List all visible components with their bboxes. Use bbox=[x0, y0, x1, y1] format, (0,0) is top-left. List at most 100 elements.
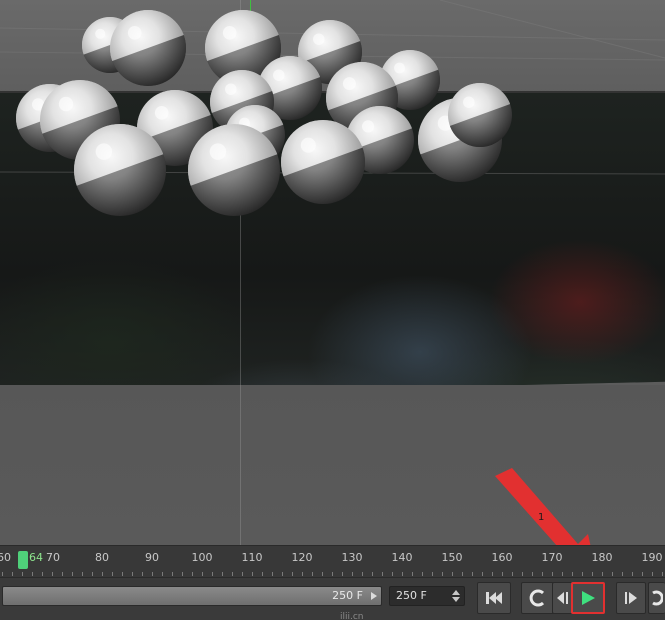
loop-button[interactable] bbox=[521, 582, 555, 614]
timeline-minor-tick bbox=[612, 572, 613, 576]
timeline-tick-label: 70 bbox=[46, 551, 60, 564]
timeline-minor-tick bbox=[182, 572, 183, 576]
timeline-minor-tick bbox=[642, 572, 643, 576]
end-frame-field[interactable]: 250 F bbox=[389, 586, 465, 606]
sphere-highlight bbox=[127, 25, 142, 40]
timeline-minor-tick bbox=[322, 572, 323, 576]
timeline-minor-tick bbox=[142, 572, 143, 576]
striped-chrome-spheres[interactable] bbox=[0, 0, 665, 230]
timeline-minor-tick bbox=[192, 572, 193, 576]
timeline-minor-tick bbox=[342, 572, 343, 576]
timeline-minor-tick bbox=[502, 572, 503, 576]
timeline-minor-tick bbox=[562, 572, 563, 576]
timeline-minor-tick bbox=[462, 572, 463, 576]
timeline-playhead[interactable] bbox=[18, 551, 28, 569]
timeline-tick-label: 150 bbox=[441, 551, 463, 564]
timeline-minor-tick bbox=[492, 572, 493, 576]
sphere-highlight bbox=[225, 83, 237, 95]
chrome-sphere[interactable] bbox=[188, 124, 280, 216]
chrome-sphere[interactable] bbox=[281, 120, 365, 204]
timeline-minor-tick bbox=[372, 572, 373, 576]
timeline-minor-tick bbox=[272, 572, 273, 576]
timeline-minor-tick bbox=[72, 572, 73, 576]
timeline-minor-tick bbox=[232, 572, 233, 576]
timeline-tick-label: 160 bbox=[491, 551, 513, 564]
timeline-minor-tick bbox=[52, 572, 53, 576]
chrome-sphere[interactable] bbox=[110, 10, 186, 86]
timeline-minor-tick bbox=[42, 572, 43, 576]
timeline-minor-tick bbox=[132, 572, 133, 576]
timeline-minor-tick bbox=[202, 572, 203, 576]
sphere-highlight bbox=[300, 137, 316, 153]
next-keyframe-button[interactable] bbox=[616, 582, 646, 614]
timeline-minor-tick bbox=[152, 572, 153, 576]
timeline-minor-tick bbox=[352, 572, 353, 576]
timeline-minor-tick bbox=[622, 572, 623, 576]
timeline-minor-tick bbox=[162, 572, 163, 576]
timeline-minor-tick bbox=[332, 572, 333, 576]
timeline-minor-tick bbox=[32, 572, 33, 576]
animation-toolbar: 250 F 250 F ilii.cn bbox=[0, 577, 665, 620]
timeline-minor-tick bbox=[582, 572, 583, 576]
timeline-minor-tick bbox=[82, 572, 83, 576]
timeline-minor-tick bbox=[282, 572, 283, 576]
timeline-minor-tick bbox=[662, 572, 663, 576]
timeline-ruler[interactable]: 60 64 70 80 90 100 110 120 130 140 150 160 170 180 190 bbox=[0, 545, 665, 577]
timeline-ticks: 60 64 70 80 90 100 110 120 130 140 150 160 170 180 190 bbox=[0, 546, 665, 578]
timeline-minor-tick bbox=[102, 572, 103, 576]
timeline-minor-tick bbox=[632, 572, 633, 576]
range-end-label: 250 F bbox=[332, 589, 363, 602]
loop-end-button[interactable] bbox=[648, 582, 665, 614]
timeline-minor-tick bbox=[222, 572, 223, 576]
sphere-highlight bbox=[95, 143, 113, 160]
timeline-minor-tick bbox=[652, 572, 653, 576]
preview-range-slider[interactable]: 250 F bbox=[2, 586, 382, 606]
previous-keyframe-button[interactable] bbox=[552, 582, 572, 614]
timeline-minor-tick bbox=[212, 572, 213, 576]
timeline-minor-tick bbox=[522, 572, 523, 576]
timeline-tick-label: 110 bbox=[241, 551, 263, 564]
go-to-start-button[interactable] bbox=[477, 582, 511, 614]
timeline-minor-tick bbox=[172, 572, 173, 576]
sphere-highlight bbox=[361, 120, 375, 133]
timeline-minor-tick bbox=[2, 572, 3, 576]
timeline-minor-tick bbox=[402, 572, 403, 576]
timeline-minor-tick bbox=[122, 572, 123, 576]
timeline-tick-label: 90 bbox=[145, 551, 159, 564]
timeline-tick-label: 120 bbox=[291, 551, 313, 564]
loop-icon bbox=[529, 589, 545, 607]
sphere-highlight bbox=[313, 33, 325, 45]
sphere-highlight bbox=[273, 69, 285, 81]
timeline-minor-tick bbox=[432, 572, 433, 576]
timeline-minor-tick bbox=[512, 572, 513, 576]
sphere-highlight bbox=[58, 96, 74, 112]
sphere-highlight bbox=[342, 77, 356, 91]
timeline-minor-tick bbox=[592, 572, 593, 576]
timeline-minor-tick bbox=[252, 572, 253, 576]
timeline-tick-label: 64 bbox=[29, 551, 43, 564]
timeline-minor-tick bbox=[362, 572, 363, 576]
timeline-minor-tick bbox=[542, 572, 543, 576]
sphere-highlight bbox=[394, 62, 405, 74]
play-forward-button[interactable] bbox=[571, 582, 605, 614]
end-frame-value: 250 F bbox=[396, 589, 427, 602]
timeline-minor-tick bbox=[22, 572, 23, 576]
spinner-arrows-icon[interactable] bbox=[452, 590, 460, 602]
chrome-sphere[interactable] bbox=[448, 83, 512, 147]
range-end-arrow-icon[interactable] bbox=[371, 592, 377, 600]
timeline-minor-tick bbox=[452, 572, 453, 576]
chrome-sphere[interactable] bbox=[74, 124, 166, 216]
timeline-minor-tick bbox=[302, 572, 303, 576]
timeline-tick-label: 130 bbox=[341, 551, 363, 564]
3d-viewport[interactable] bbox=[0, 0, 665, 545]
timeline-tick-label: 100 bbox=[191, 551, 213, 564]
sphere-highlight bbox=[209, 143, 227, 160]
timeline-minor-tick bbox=[552, 572, 553, 576]
loop-end-icon bbox=[652, 590, 663, 606]
timeline-minor-tick bbox=[392, 572, 393, 576]
timeline-tick-label: 140 bbox=[391, 551, 413, 564]
timeline-minor-tick bbox=[292, 572, 293, 576]
timeline-minor-tick bbox=[62, 572, 63, 576]
timeline-minor-tick bbox=[112, 572, 113, 576]
timeline-minor-tick bbox=[312, 572, 313, 576]
